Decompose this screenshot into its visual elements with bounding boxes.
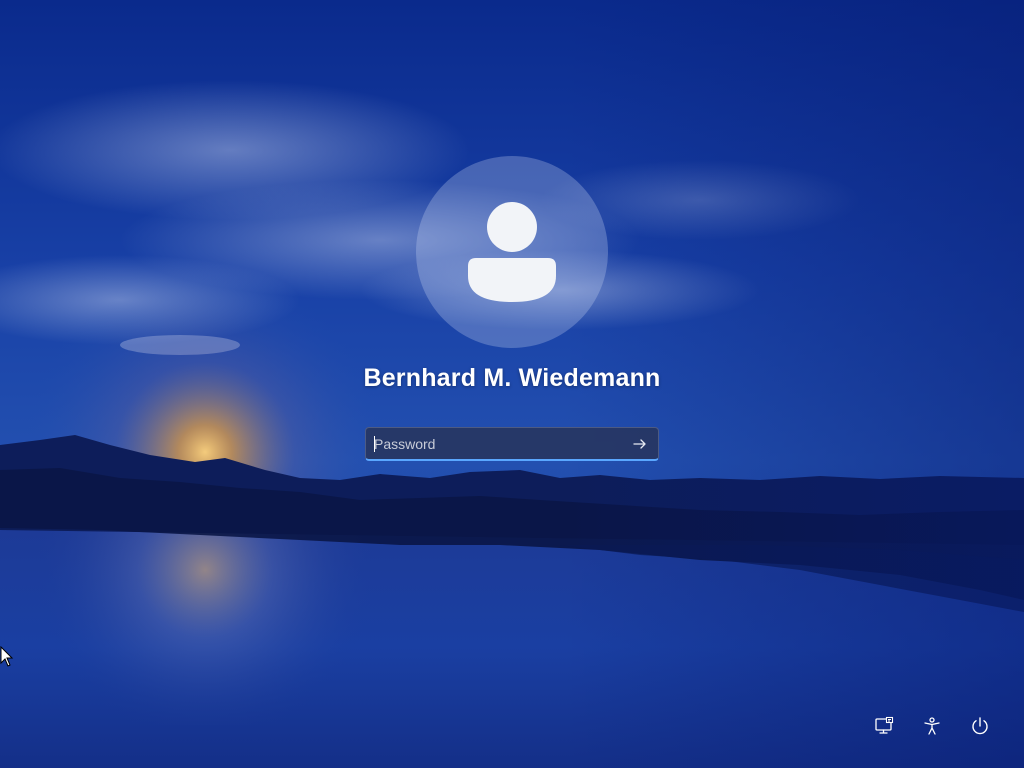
text-cursor [374,436,375,452]
mouse-pointer-icon [0,646,14,667]
user-avatar [416,156,608,348]
network-button[interactable] [868,710,900,742]
power-icon [972,717,988,735]
user-silhouette-icon [468,202,556,302]
network-icon [875,716,894,734]
password-input[interactable] [372,429,620,459]
submit-password-button[interactable] [626,431,654,457]
password-box[interactable] [365,427,659,461]
accessibility-button[interactable] [916,710,948,742]
arrow-right-icon [633,439,646,449]
user-name: Bernhard M. Wiedemann [363,364,661,392]
accessibility-icon [924,717,940,735]
power-button[interactable] [964,710,996,742]
